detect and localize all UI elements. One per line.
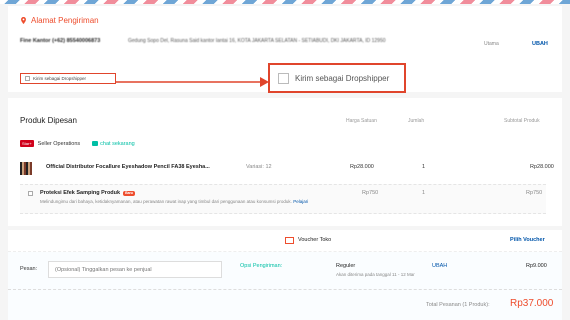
order-total-value: Rp37.000 (510, 298, 554, 309)
product-name[interactable]: Official Distributor Focallure Eyeshadow… (46, 164, 210, 170)
products-title: Produk Dipesan (20, 116, 77, 125)
header-unit-price: Harga Satuan (346, 118, 377, 124)
change-shipping-button[interactable]: UBAH (432, 263, 447, 269)
protection-desc-text: Melindungimu dari bahaya, ketidaknyamana… (40, 199, 292, 204)
dropshipper-option-zoomed[interactable]: Kirim sebagai Dropshipper (268, 63, 406, 93)
dropshipper-checkbox-small[interactable] (25, 76, 30, 81)
change-address-button[interactable]: UBAH (532, 41, 548, 47)
product-qty: 1 (422, 164, 426, 170)
order-total-row: Total Pesanan (1 Produk): Rp37.000 (8, 290, 562, 320)
learn-more-link[interactable]: Pelajari (293, 199, 308, 204)
address-title-text: Alamat Pengiriman (31, 16, 99, 25)
protection-qty: 1 (422, 190, 426, 196)
shipping-option-label: Opsi Pengiriman: (240, 263, 283, 269)
shipping-eta: Akan diterima pada tanggal 11 - 12 Mar (336, 272, 415, 277)
protection-title: Proteksi Efek Samping Produk Baru (40, 190, 136, 196)
product-variant: Variasi: 12 (246, 164, 272, 170)
dropshipper-label: Kirim sebagai Dropshipper (295, 73, 390, 83)
envelope-stripe (0, 0, 570, 4)
address-card: Alamat Pengiriman Fine Kantor (+62) 8554… (8, 6, 562, 93)
pick-voucher-button[interactable]: Pilih Voucher (510, 237, 545, 243)
new-badge: Baru (123, 190, 136, 196)
protection-description: Melindungimu dari bahaya, ketidaknyamana… (40, 199, 340, 205)
chat-button[interactable]: chat sekarang (92, 141, 135, 147)
address-title: Alamat Pengiriman (20, 16, 99, 25)
chat-label: chat sekarang (100, 140, 135, 147)
address-detail: Gedung Sopo Del, Rasuna Said kantor lant… (128, 38, 386, 44)
protection-row: Proteksi Efek Samping Produk Baru Melind… (20, 184, 546, 214)
product-subtotal: Rp28.000 (530, 164, 554, 170)
voucher-icon (285, 237, 294, 244)
shop-name[interactable]: Seller Operations (38, 141, 81, 147)
dropshipper-checkbox[interactable] (278, 72, 289, 84)
message-label: Pesan: (20, 266, 38, 272)
recipient-name: Fine Kantor (+62) 85540006873 (20, 38, 101, 44)
location-pin-icon (21, 17, 26, 24)
star-plus-badge: Star+ (20, 140, 34, 147)
default-badge: Utama (484, 41, 499, 47)
dropshipper-option-small[interactable]: Kirim sebagai Dropshipper (20, 73, 116, 84)
shipping-row: Pesan: Opsi Pengiriman: Reguler Akan dit… (8, 252, 562, 290)
shop-row: Star+ Seller Operations chat sekarang (20, 140, 135, 147)
protection-price: Rp750 (362, 190, 379, 196)
product-row: Official Distributor Focallure Eyeshadow… (20, 160, 560, 178)
header-subtotal: Subtotal Produk (504, 118, 540, 124)
product-price: Rp28.000 (350, 164, 374, 170)
voucher-label: Voucher Toko (298, 237, 332, 243)
protection-name: Proteksi Efek Samping Produk (40, 190, 121, 196)
shipping-price: Rp9.000 (526, 263, 547, 269)
header-qty: Jumlah (408, 118, 425, 124)
callout-arrow-icon (116, 77, 269, 87)
protection-checkbox[interactable] (28, 191, 33, 196)
shipping-service: Reguler (336, 263, 356, 269)
message-input[interactable] (48, 261, 222, 278)
products-card: Produk Dipesan Harga Satuan Jumlah Subto… (8, 98, 562, 226)
voucher-row: Voucher Toko Pilih Voucher (8, 230, 562, 252)
product-thumbnail[interactable] (20, 162, 32, 175)
dropshipper-label-small: Kirim sebagai Dropshipper (33, 76, 87, 81)
order-total-label: Total Pesanan (1 Produk): (426, 302, 490, 308)
protection-subtotal: Rp750 (526, 190, 543, 196)
chat-icon (92, 141, 99, 146)
